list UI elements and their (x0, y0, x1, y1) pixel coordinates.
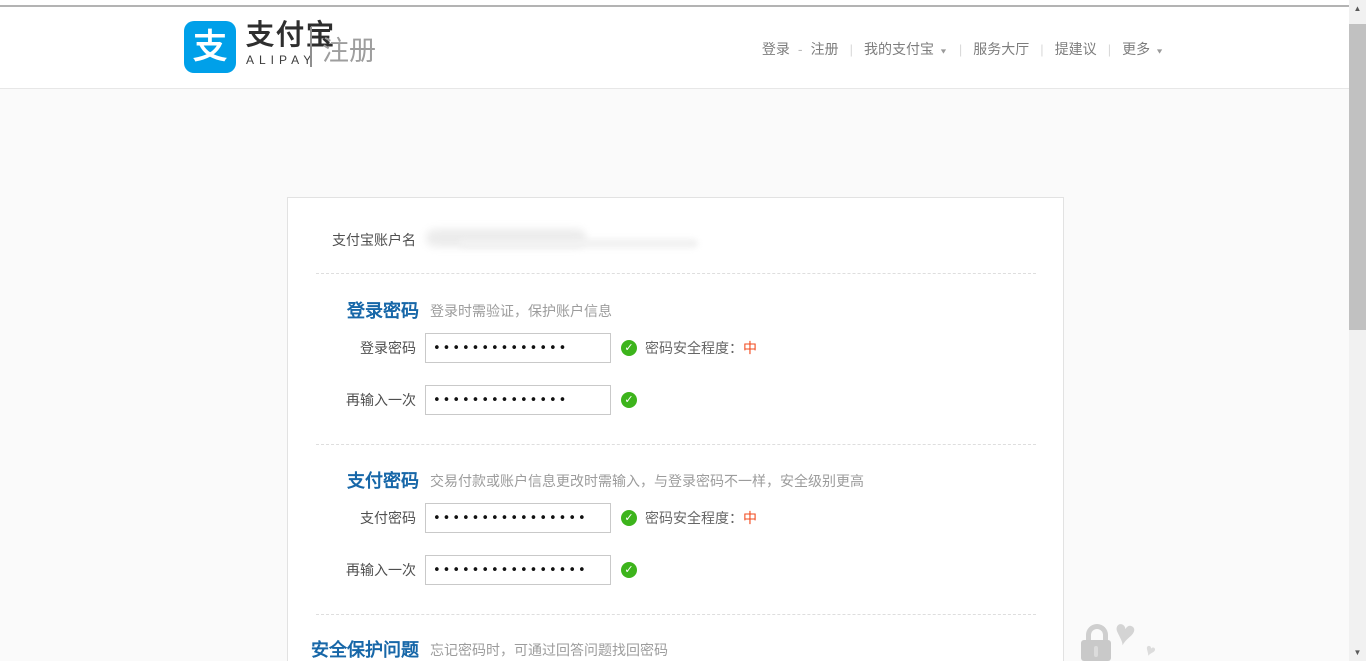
nav-login-link[interactable]: 登录 (762, 39, 790, 59)
pay-password-label: 支付密码 (288, 503, 416, 533)
page-title: 注册 (322, 29, 376, 68)
nav-separator: | (839, 42, 864, 57)
nav-separator: | (1029, 42, 1054, 57)
section-divider (316, 614, 1036, 615)
nav-separator: | (1097, 42, 1122, 57)
section-divider (316, 444, 1036, 445)
login-password-label: 登录密码 (288, 333, 416, 363)
pay-password-row: 支付密码 ✓ 密码安全程度：中 (288, 503, 1063, 533)
account-name-row: 支付宝账户名 (288, 225, 1063, 255)
security-question-section-header: 安全保护问题 忘记密码时，可通过回答问题找回密码 (288, 636, 1063, 660)
registration-step-indicator: 1 2 3 ✓ 创建账户 填写账户信息 企业实名认证 注册成功 (0, 89, 1349, 189)
login-password-input[interactable] (425, 333, 611, 363)
scroll-up-arrow-icon[interactable]: ▲ (1349, 4, 1366, 13)
scrollbar-thumb[interactable] (1349, 24, 1366, 330)
vertical-scrollbar[interactable]: ▲ ▼ (1349, 0, 1366, 661)
login-password-confirm-row: 再输入一次 ✓ (288, 385, 1063, 415)
alipay-logo-icon[interactable]: 支 (184, 21, 236, 73)
lock-icon (1081, 624, 1111, 661)
pay-password-section-header: 支付密码 交易付款或账户信息更改时需输入，与登录密码不一样，安全级别更高 (288, 467, 1063, 491)
scroll-down-arrow-icon[interactable]: ▼ (1349, 648, 1366, 657)
pay-password-section-title: 支付密码 (288, 467, 419, 493)
alipay-register-page: 支 支付宝 ALIPAY 注册 登录 - 注册 | 我的支付宝▼ | 服务大厅 … (0, 0, 1366, 661)
account-info-form-panel: 支付宝账户名 登录密码 登录时需验证，保护账户信息 登录密码 ✓ 密码安全程度：… (287, 197, 1064, 661)
redacted-account-name (458, 239, 698, 248)
nav-service-hall-link[interactable]: 服务大厅 (973, 39, 1029, 59)
nav-separator: - (790, 41, 811, 57)
pay-password-confirm-input[interactable] (425, 555, 611, 585)
login-password-confirm-label: 再输入一次 (288, 385, 416, 415)
valid-check-icon: ✓ (621, 392, 637, 408)
lock-keyhole (1094, 646, 1098, 657)
header-nav: 登录 - 注册 | 我的支付宝▼ | 服务大厅 | 提建议 | 更多▼ (762, 39, 1164, 59)
header: 支 支付宝 ALIPAY 注册 登录 - 注册 | 我的支付宝▼ | 服务大厅 … (0, 7, 1349, 89)
logo-divider (310, 27, 312, 67)
nav-more-menu[interactable]: 更多▼ (1122, 39, 1164, 59)
strength-level-value: 中 (743, 510, 757, 526)
login-password-confirm-input[interactable] (425, 385, 611, 415)
pay-password-confirm-row: 再输入一次 ✓ (288, 555, 1063, 585)
security-question-section-desc: 忘记密码时，可通过回答问题找回密码 (430, 640, 668, 660)
security-question-section-title: 安全保护问题 (288, 636, 419, 661)
account-name-label: 支付宝账户名 (288, 225, 416, 255)
login-password-section-title: 登录密码 (288, 297, 419, 323)
nav-suggest-link[interactable]: 提建议 (1055, 39, 1097, 59)
section-divider (316, 273, 1036, 274)
chevron-down-icon: ▼ (939, 47, 948, 55)
pay-password-input[interactable] (425, 503, 611, 533)
login-password-section-desc: 登录时需验证，保护账户信息 (430, 301, 612, 321)
strength-level-value: 中 (743, 340, 757, 356)
valid-check-icon: ✓ (621, 510, 637, 526)
login-password-section-header: 登录密码 登录时需验证，保护账户信息 (288, 297, 1063, 321)
pay-password-confirm-label: 再输入一次 (288, 555, 416, 585)
valid-check-icon: ✓ (621, 562, 637, 578)
nav-my-alipay-menu[interactable]: 我的支付宝▼ (864, 39, 948, 59)
chevron-down-icon: ▼ (1155, 47, 1164, 55)
pay-password-section-desc: 交易付款或账户信息更改时需输入，与登录密码不一样，安全级别更高 (430, 471, 864, 491)
password-strength-text: 密码安全程度：中 (645, 333, 757, 363)
password-strength-text: 密码安全程度：中 (645, 503, 757, 533)
login-password-row: 登录密码 ✓ 密码安全程度：中 (288, 333, 1063, 363)
nav-register-link[interactable]: 注册 (811, 39, 839, 59)
nav-separator: | (948, 42, 973, 57)
valid-check-icon: ✓ (621, 340, 637, 356)
